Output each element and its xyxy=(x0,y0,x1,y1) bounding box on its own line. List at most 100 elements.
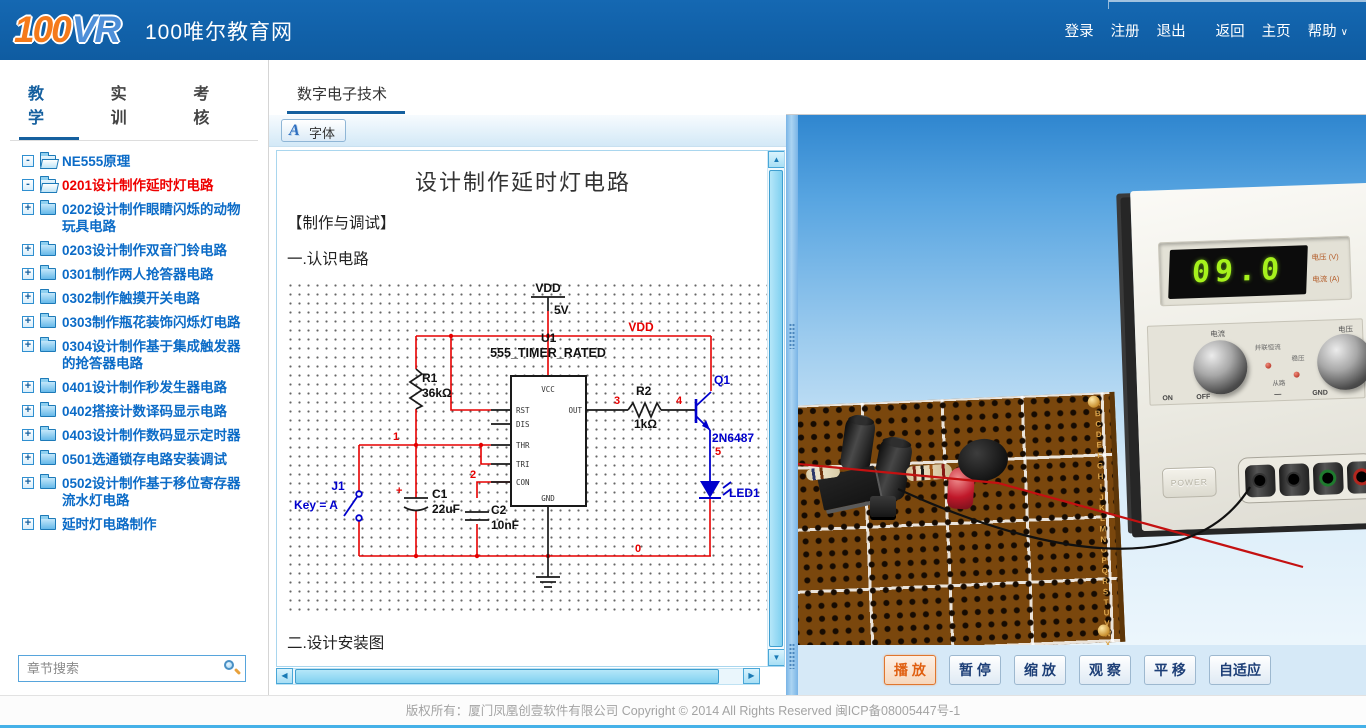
expand-icon[interactable]: + xyxy=(22,203,34,215)
doc-horizontal-scrollbar[interactable]: ◀ ▶ xyxy=(276,668,760,685)
tree-item-label: 0402搭接计数译码显示电路 xyxy=(62,404,227,419)
tree-item[interactable]: +0402搭接计数译码显示电路 xyxy=(22,403,248,420)
font-button[interactable]: A字体 xyxy=(281,119,346,142)
viewer-button-pause[interactable]: 暂 停 xyxy=(949,655,1001,685)
chapter-search xyxy=(18,655,246,682)
push-button[interactable] xyxy=(870,496,896,517)
led1-triangle xyxy=(700,481,720,498)
nav-home[interactable]: 主页 xyxy=(1262,20,1291,41)
j1-label: J1 xyxy=(331,479,345,493)
viewer-button-zoom[interactable]: 缩 放 xyxy=(1014,655,1066,685)
psu-indicator-light xyxy=(1265,362,1271,368)
psu-cc-label: 并联恒流 xyxy=(1255,344,1281,352)
psu-on-label: ON xyxy=(1162,395,1173,402)
expand-icon[interactable]: + xyxy=(22,340,34,352)
topright-outline-box xyxy=(1108,0,1366,9)
nav-help[interactable]: 帮助∨ xyxy=(1308,20,1348,41)
folder-icon xyxy=(40,518,56,530)
tree-item[interactable]: +0302制作触摸开关电路 xyxy=(22,290,248,307)
nav-back[interactable]: 返回 xyxy=(1216,20,1245,41)
sidebar: 教 学实 训考 核 -NE555原理 -0201设计制作延时灯电路 +0202设计制… xyxy=(0,60,269,695)
doc-heading-make-debug: 【制作与调试】 xyxy=(287,211,769,233)
psu-jack-black[interactable] xyxy=(1245,464,1276,497)
expand-icon[interactable]: + xyxy=(22,429,34,441)
pin-vcc: VCC xyxy=(541,385,555,394)
psu-jack-red[interactable] xyxy=(1347,461,1366,494)
tree-item[interactable]: +0502设计制作基于移位寄存器流水灯电路 xyxy=(22,475,248,509)
expand-icon[interactable]: + xyxy=(22,405,34,417)
pin-con: CON xyxy=(516,478,530,487)
tree-item[interactable]: +0301制作两人抢答器电路 xyxy=(22,266,248,283)
psu-voltage-knob[interactable] xyxy=(1316,333,1366,391)
folder-icon xyxy=(40,179,56,191)
scroll-left-button[interactable]: ◀ xyxy=(276,668,293,684)
psu-display-bezel: 09.0 电压 (V) 电流 (A) xyxy=(1158,236,1352,307)
folder-icon xyxy=(40,381,56,393)
r1-label: R1 xyxy=(422,371,438,385)
expand-icon[interactable]: + xyxy=(22,477,34,489)
viewer-controls: 播 放暂 停缩 放观 察平 移自适应 xyxy=(798,645,1366,695)
nav-logout[interactable]: 退出 xyxy=(1157,20,1186,41)
search-icon[interactable] xyxy=(224,660,240,676)
scroll-down-button[interactable]: ▼ xyxy=(768,649,785,666)
psu-current-label: 电流 (A) xyxy=(1312,273,1339,285)
chevron-down-icon: ∨ xyxy=(1341,27,1348,38)
psu-current-knob[interactable] xyxy=(1192,339,1248,395)
expand-icon[interactable]: + xyxy=(22,518,34,530)
sidebar-tab-training[interactable]: 实 训 xyxy=(102,70,162,140)
tree-item[interactable]: -0201设计制作延时灯电路 xyxy=(22,177,248,194)
expand-icon[interactable]: + xyxy=(22,381,34,393)
tree-item[interactable]: -NE555原理 xyxy=(22,153,248,170)
collapse-icon[interactable]: - xyxy=(22,155,34,167)
search-lens xyxy=(224,660,234,670)
folder-icon xyxy=(40,453,56,465)
q1-emitter-arrow xyxy=(702,420,710,430)
nav-register[interactable]: 注册 xyxy=(1111,20,1140,41)
psu-power-button[interactable]: POWER xyxy=(1162,466,1217,498)
folder-icon xyxy=(40,268,56,280)
vertical-scroll-thumb[interactable] xyxy=(769,170,783,647)
psu-jack-green[interactable] xyxy=(1313,462,1344,495)
tree-item[interactable]: +0303制作瓶花装饰闪烁灯电路 xyxy=(22,314,248,331)
tree-item[interactable]: +延时灯电路制作 xyxy=(22,516,248,533)
tree-item[interactable]: +0401设计制作秒发生器电路 xyxy=(22,379,248,396)
viewer-button-play[interactable]: 播 放 xyxy=(884,655,936,685)
tree-item[interactable]: +0304设计制作基于集成触发器的抢答器电路 xyxy=(22,338,248,372)
psu-current-knob-label: 电流 xyxy=(1210,328,1225,340)
pane-splitter[interactable] xyxy=(786,115,798,695)
power-supply-unit[interactable]: 09.0 电压 (V) 电流 (A) 电流 电压 并联恒流 稳压 从路 ON O… xyxy=(1130,183,1366,531)
expand-icon[interactable]: + xyxy=(22,292,34,304)
expand-icon[interactable]: + xyxy=(22,244,34,256)
expand-icon[interactable]: + xyxy=(22,268,34,280)
expand-icon[interactable]: + xyxy=(22,453,34,465)
scroll-up-button[interactable]: ▲ xyxy=(768,151,785,168)
tree-item-label: 0401设计制作秒发生器电路 xyxy=(62,380,227,395)
simulation-3d-viewport[interactable]: ABCDEFGHIJKLMNOPQRSTUVWX 09.0 电压 (V) 电流 … xyxy=(798,115,1366,645)
horizontal-scroll-thumb[interactable] xyxy=(295,669,719,684)
sidebar-tab-assessment[interactable]: 考 核 xyxy=(184,70,244,140)
search-input[interactable] xyxy=(18,655,246,682)
chapter-tree: -NE555原理 -0201设计制作延时灯电路 +0202设计制作眼睛闪烁的动物玩具… xyxy=(22,153,268,533)
resistor[interactable] xyxy=(906,463,953,481)
tree-item[interactable]: +0403设计制作数码显示定时器 xyxy=(22,427,248,444)
tree-item[interactable]: +0202设计制作眼睛闪烁的动物玩具电路 xyxy=(22,201,248,235)
nav-login[interactable]: 登录 xyxy=(1065,20,1094,41)
site-logo[interactable]: 100 VR xyxy=(14,7,119,53)
doc-vertical-scrollbar[interactable]: ▲ ▼ xyxy=(767,151,784,666)
tree-item[interactable]: +0501选通锁存电路安装调试 xyxy=(22,451,248,468)
doc-heading-install: 二.设计安装图 xyxy=(287,631,769,653)
viewer-button-observe[interactable]: 观 察 xyxy=(1079,655,1131,685)
folder-icon xyxy=(40,477,56,489)
psu-jack-black[interactable] xyxy=(1279,463,1310,496)
viewer-button-fit[interactable]: 自适应 xyxy=(1209,655,1271,685)
u1-label: U1 xyxy=(541,331,557,345)
expand-icon[interactable]: + xyxy=(22,316,34,328)
logo-100-text: 100 xyxy=(14,9,70,51)
viewer-button-pan[interactable]: 平 移 xyxy=(1144,655,1196,685)
scroll-right-button[interactable]: ▶ xyxy=(743,668,760,684)
collapse-icon[interactable]: - xyxy=(22,179,34,191)
tree-item[interactable]: +0203设计制作双音门铃电路 xyxy=(22,242,248,259)
doc-viewport[interactable]: 设计制作延时灯电路 【制作与调试】 一.认识电路 xyxy=(276,150,785,667)
c2-label: C2 xyxy=(491,503,507,517)
sidebar-tab-teaching[interactable]: 教 学 xyxy=(19,70,79,140)
